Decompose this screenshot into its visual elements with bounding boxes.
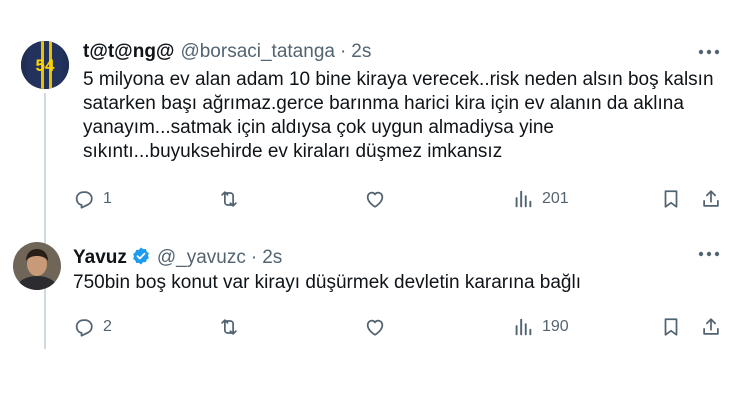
avatar-image <box>13 242 61 290</box>
share-button[interactable] <box>700 188 722 210</box>
like-button[interactable] <box>364 188 386 210</box>
retweet-icon <box>221 191 237 207</box>
reply-button[interactable]: 1 <box>73 188 112 210</box>
like-button[interactable] <box>364 316 386 338</box>
timestamp[interactable]: 2s <box>262 247 282 269</box>
share-icon <box>703 190 719 207</box>
tweet-text: 750bin boş konut var kirayı düşürmek dev… <box>73 271 723 295</box>
views-icon <box>515 318 532 336</box>
views-count: 201 <box>542 190 569 207</box>
handle[interactable]: @_yavuzc <box>157 247 246 269</box>
separator: · <box>339 41 347 62</box>
tweet-text-line: satarken başı ağrımaz.gerce barınma hari… <box>83 93 684 114</box>
tweet-text-line: 750bin boş konut var kirayı düşürmek dev… <box>73 272 581 293</box>
tweet-text-line: yanayım...satmak için aldıysa çok uygun … <box>83 117 554 138</box>
avatar[interactable] <box>13 242 61 290</box>
views-count: 190 <box>542 318 569 335</box>
share-icon <box>703 318 719 335</box>
views-button[interactable]: 190 <box>512 316 569 338</box>
bookmark-button[interactable] <box>660 188 682 210</box>
tweet-header: Yavuz @_yavuzc · 2s <box>73 243 282 269</box>
tweet-1[interactable]: 54 t@t@ng@ @borsaci_tatanga · 2s 5 milyo… <box>0 0 730 349</box>
reply-count: 2 <box>103 318 112 335</box>
avatar-jersey-number: 54 <box>36 56 55 75</box>
views-button[interactable]: 201 <box>512 188 569 210</box>
tweet-header: t@t@ng@ @borsaci_tatanga · 2s <box>83 41 371 63</box>
tweet-2[interactable]: Yavuz @_yavuzc · 2s 750bin boş konut var… <box>0 230 730 420</box>
more-icon[interactable] <box>697 244 721 264</box>
retweet-button[interactable] <box>218 188 240 210</box>
avatar-image: 54 <box>21 41 69 89</box>
action-bar: 2 190 <box>0 316 730 340</box>
avatar[interactable]: 54 <box>21 41 69 89</box>
like-icon <box>366 319 384 336</box>
like-icon <box>366 191 384 208</box>
handle[interactable]: @borsaci_tatanga <box>180 41 335 63</box>
verified-icon <box>133 247 149 265</box>
bookmark-icon <box>664 318 678 336</box>
more-icon[interactable] <box>697 42 721 62</box>
tweet-text: 5 milyona ev alan adam 10 bine kiraya ve… <box>83 68 723 164</box>
retweet-button[interactable] <box>218 316 240 338</box>
display-name[interactable]: Yavuz <box>73 247 127 269</box>
reply-icon <box>75 319 93 337</box>
separator: · <box>250 247 258 268</box>
timestamp[interactable]: 2s <box>351 41 371 63</box>
display-name[interactable]: t@t@ng@ <box>83 41 174 63</box>
reply-button[interactable]: 2 <box>73 316 112 338</box>
bookmark-icon <box>664 190 678 208</box>
tweet-text-line: 5 milyona ev alan adam 10 bine kiraya ve… <box>83 69 714 90</box>
reply-count: 1 <box>103 190 112 207</box>
bookmark-button[interactable] <box>660 316 682 338</box>
views-icon <box>515 190 532 208</box>
retweet-icon <box>221 319 237 335</box>
share-button[interactable] <box>700 316 722 338</box>
action-bar: 1 201 <box>0 188 730 212</box>
reply-icon <box>75 191 93 209</box>
tweet-text-line: sıkıntı...buyuksehirde ev kiraları düşme… <box>83 141 503 162</box>
